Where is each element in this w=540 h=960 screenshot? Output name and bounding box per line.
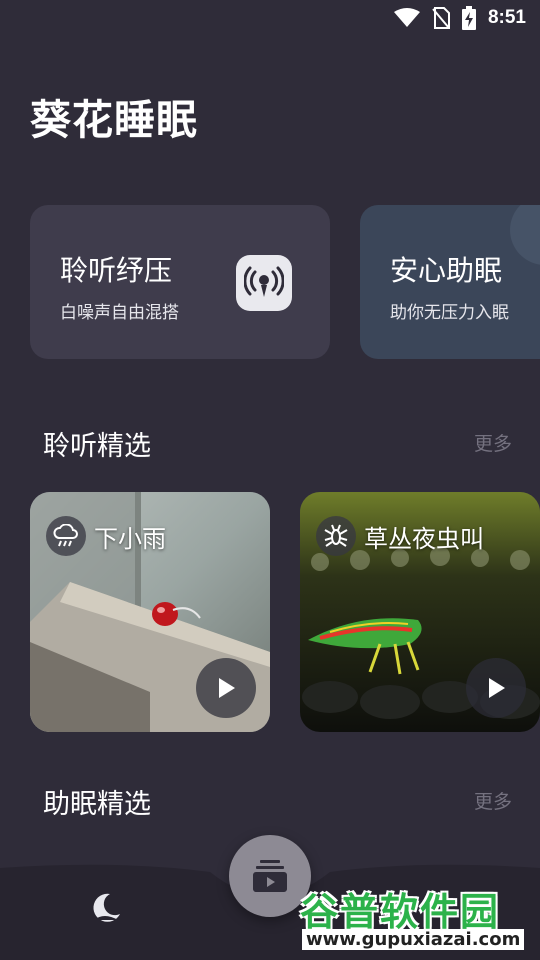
card-title: 聆听纾压 [60,254,173,287]
status-icons: 8:51 [393,6,526,30]
wifi-icon [393,8,420,27]
broadcast-icon [236,255,292,311]
play-icon [489,678,505,698]
more-link-sleep[interactable]: 更多 [474,787,512,814]
app-title: 葵花睡眠 [30,96,198,144]
sound-chip: 草丛夜虫叫 [316,516,484,556]
insect-icon [316,516,356,556]
playlist-icon [253,860,287,892]
no-sim-icon [432,7,450,29]
status-time: 8:51 [487,7,526,28]
watermark-url: www.gupuxiazai.com [302,929,525,950]
card-subtitle: 白噪声自由混搭 [60,303,179,323]
more-link-listen[interactable]: 更多 [474,429,512,456]
listen-relax-card[interactable]: 聆听纾压 白噪声自由混搭 [30,205,330,359]
play-button[interactable] [196,658,256,718]
card-title: 安心助眠 [390,254,503,287]
sleep-moon-icon [93,893,120,922]
sound-card-rain[interactable]: 下小雨 [30,492,270,732]
sound-label: 下小雨 [94,524,166,553]
watermark: 谷普软件园 www.gupuxiazai.com [296,873,540,960]
battery-charging-icon [461,6,476,30]
play-button[interactable] [466,658,526,718]
section-title-listen: 聆听精选 [43,431,151,462]
card-decoration [510,205,540,265]
nav-sleep-tab[interactable] [88,890,124,926]
card-subtitle: 助你无压力入眠 [390,303,509,323]
section-title-sleep: 助眠精选 [43,789,151,820]
play-icon [219,678,235,698]
rain-cloud-icon [46,516,86,556]
sound-label: 草丛夜虫叫 [364,524,484,553]
sound-card-insects[interactable]: 草丛夜虫叫 [300,492,540,732]
sleep-aid-card[interactable]: 安心助眠 助你无压力入眠 [360,205,540,359]
watermark-brand: 谷普软件园 [300,890,501,934]
sound-chip: 下小雨 [46,516,166,556]
status-bar: 8:51 [0,0,540,36]
